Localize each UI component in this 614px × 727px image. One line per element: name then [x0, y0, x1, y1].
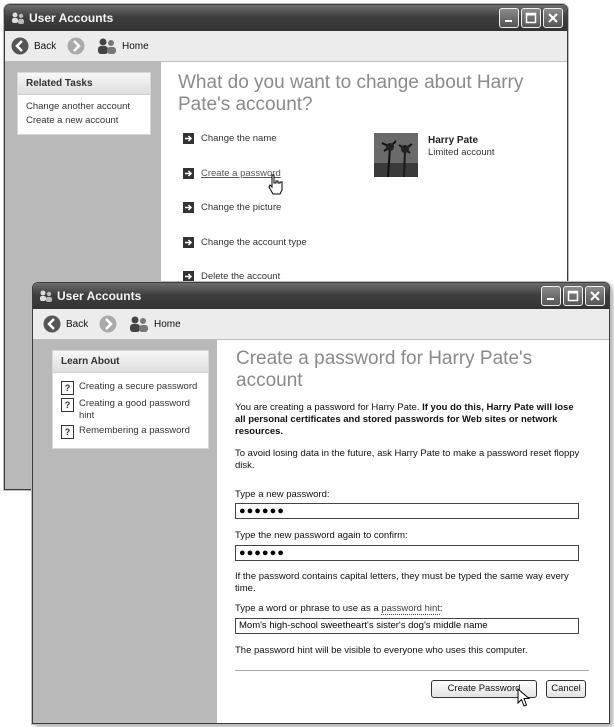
hint-visibility-note: The password hint will be visible to eve…: [235, 645, 528, 656]
user-accounts-icon: [12, 12, 24, 24]
back-label: Back: [34, 40, 57, 52]
page-title: Create a password for Harry Pate's accou…: [236, 348, 533, 391]
close-button[interactable]: [585, 286, 605, 306]
learn-about-panel: Learn About ? Creating a secure password…: [52, 350, 209, 449]
learn-about-header: Learn About: [53, 351, 208, 373]
change-account-type-label: Change the account type: [201, 237, 307, 248]
intro-plain: You are creating a password for Harry Pa…: [235, 402, 423, 413]
minimize-icon: [547, 298, 554, 300]
change-account-type-option[interactable]: Change the account type: [183, 237, 307, 248]
minimize-icon: [505, 20, 512, 22]
title-bar[interactable]: User Accounts: [5, 5, 567, 31]
creating-secure-password-link[interactable]: ? Creating a secure password: [61, 381, 200, 395]
hint-label: Type a word or phrase to use as a passwo…: [235, 603, 585, 615]
hint-label-suffix: :: [439, 603, 443, 614]
close-icon: [590, 291, 600, 301]
confirm-password-label: Type the new password again to confirm:: [235, 530, 408, 541]
learn-item-label: Creating a secure password: [79, 381, 198, 392]
home-button[interactable]: Home: [97, 37, 149, 55]
password-hint-field[interactable]: Mom's high-school sweetheart's sister's …: [235, 618, 579, 634]
user-avatar: [374, 133, 418, 177]
learn-item-label: Creating a good password hint: [79, 398, 190, 421]
delete-account-label: Delete the account: [201, 271, 281, 282]
hint-label-prefix: Type a word or phrase to use as a: [235, 603, 382, 614]
arrow-icon: [183, 133, 194, 144]
change-another-account-link[interactable]: Change another account: [26, 100, 142, 114]
arrow-icon: [183, 202, 194, 213]
back-button[interactable]: Back: [43, 315, 88, 333]
avoid-data-loss-text: To avoid losing data in the future, ask …: [235, 448, 580, 471]
close-button[interactable]: [543, 8, 563, 28]
related-tasks-panel: Related Tasks Change another account Cre…: [17, 72, 151, 135]
user-accounts-window-front: User Accounts Back Home Learn About ? Cr…: [32, 282, 610, 724]
back-arrow-icon: [43, 315, 61, 333]
forward-button[interactable]: [99, 315, 117, 333]
hand-pointer-icon: [268, 174, 283, 195]
help-icon: ?: [61, 381, 74, 395]
home-label: Home: [154, 318, 181, 330]
creating-good-hint-link[interactable]: ? Creating a good password hint: [61, 398, 200, 422]
user-accounts-icon: [40, 290, 52, 302]
password-hint-link[interactable]: password hint: [381, 603, 440, 615]
maximize-icon: [567, 290, 579, 302]
home-users-icon: [98, 38, 116, 54]
confirm-password-field[interactable]: ●●●●●●: [235, 545, 579, 561]
delete-account-option[interactable]: Delete the account: [183, 271, 280, 282]
back-button[interactable]: Back: [11, 37, 56, 55]
window-title: User Accounts: [57, 289, 142, 303]
change-picture-label: Change the picture: [201, 202, 282, 213]
mouse-cursor-icon: [517, 688, 531, 707]
new-password-label: Type a new password:: [235, 489, 330, 500]
back-arrow-icon: [11, 37, 29, 55]
back-label: Back: [66, 318, 89, 330]
learn-item-label: Remembering a password: [79, 425, 190, 436]
forward-button[interactable]: [67, 37, 85, 55]
capital-letters-note: If the password contains capital letters…: [235, 571, 569, 594]
maximize-button[interactable]: [563, 286, 583, 306]
remembering-password-link[interactable]: ? Remembering a password: [61, 425, 200, 439]
arrow-icon: [183, 237, 194, 248]
user-account-type: Limited account: [428, 147, 495, 158]
arrow-icon: [183, 168, 194, 179]
home-button[interactable]: Home: [129, 315, 181, 333]
help-icon: ?: [61, 398, 74, 412]
maximize-icon: [525, 12, 537, 24]
title-bar[interactable]: User Accounts: [33, 283, 609, 309]
window-title: User Accounts: [29, 11, 114, 25]
minimize-button[interactable]: [499, 8, 519, 28]
cancel-button[interactable]: Cancel: [546, 680, 586, 698]
maximize-button[interactable]: [521, 8, 541, 28]
forward-arrow-icon: [67, 37, 85, 55]
divider: [235, 670, 589, 671]
home-label: Home: [122, 40, 149, 52]
change-picture-option[interactable]: Change the picture: [183, 202, 281, 213]
create-new-account-link[interactable]: Create a new account: [26, 114, 142, 128]
user-name: Harry Pate: [428, 135, 479, 146]
intro-text: You are creating a password for Harry Pa…: [235, 402, 585, 438]
new-password-field[interactable]: ●●●●●●: [235, 503, 579, 519]
forward-arrow-icon: [99, 315, 117, 333]
minimize-button[interactable]: [541, 286, 561, 306]
page-title: What do you want to change about Harry P…: [178, 72, 524, 115]
change-name-option[interactable]: Change the name: [183, 133, 277, 144]
home-users-icon: [130, 316, 148, 332]
change-name-label: Change the name: [201, 133, 277, 144]
help-icon: ?: [61, 425, 74, 439]
close-icon: [548, 13, 558, 23]
related-tasks-header: Related Tasks: [18, 73, 150, 95]
arrow-icon: [183, 271, 194, 282]
